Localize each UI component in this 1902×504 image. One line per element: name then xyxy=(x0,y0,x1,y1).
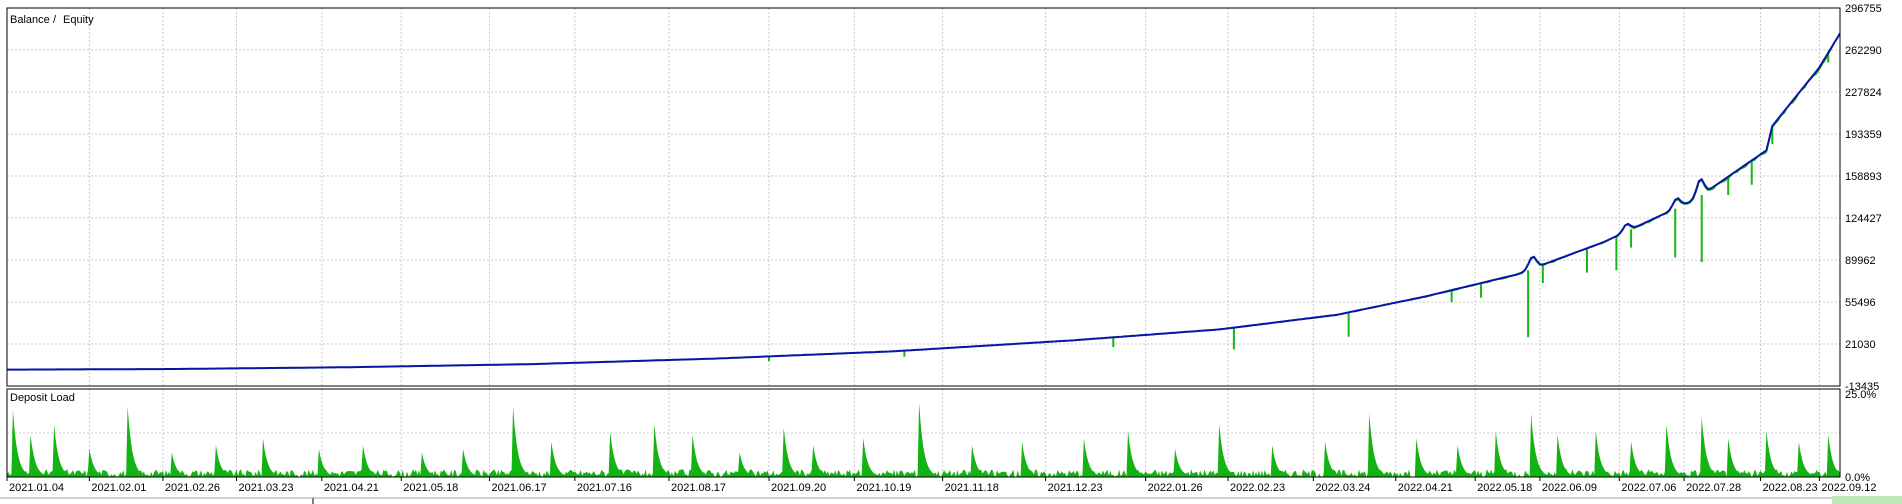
y-tick-label: 262290 xyxy=(1845,45,1882,57)
x-tick-label: 2021.10.19 xyxy=(856,482,911,494)
x-tick-label: 2022.09.12 xyxy=(1821,482,1876,494)
x-tick-label: 2022.01.26 xyxy=(1148,482,1203,494)
x-tick-label: 2022.06.09 xyxy=(1542,482,1597,494)
x-tick-label: 2021.02.26 xyxy=(165,482,220,494)
x-tick-label: 2022.03.24 xyxy=(1315,482,1370,494)
x-tick-label: 2021.06.17 xyxy=(492,482,547,494)
y-tick-label: 158893 xyxy=(1845,171,1882,183)
x-tick-label: 2022.05.18 xyxy=(1477,482,1532,494)
y-tick-label: 89962 xyxy=(1845,255,1876,267)
x-tick-label: 2021.05.18 xyxy=(403,482,458,494)
balance-equity-report: 296755 262290 227824 193359 158893 124427 8996… xyxy=(0,0,1902,504)
y-tick-label: 21030 xyxy=(1845,339,1876,351)
x-tick-label: 2021.07.16 xyxy=(577,482,632,494)
deposit-load-title: Deposit Load xyxy=(10,392,75,404)
y-tick-label: 227824 xyxy=(1845,87,1882,99)
x-tick-label: 2021.09.20 xyxy=(771,482,826,494)
x-tick-label: 2021.02.01 xyxy=(91,482,146,494)
x-tick-label: 2022.08.23 xyxy=(1763,482,1818,494)
x-tick-label: 2021.01.04 xyxy=(9,482,64,494)
x-tick-label: 2022.04.21 xyxy=(1398,482,1453,494)
x-tick-label: 2022.07.06 xyxy=(1621,482,1676,494)
x-tick-label: 2021.08.17 xyxy=(671,482,726,494)
legend-equity: Equity xyxy=(63,14,94,26)
x-tick-label: 2021.04.21 xyxy=(324,482,379,494)
x-tick-label: 2022.07.28 xyxy=(1686,482,1741,494)
x-tick-label: 2021.11.18 xyxy=(945,482,999,494)
y-tick-label: 124427 xyxy=(1845,213,1882,225)
active-tab-indicator xyxy=(1832,496,1902,504)
tab-separator xyxy=(312,498,314,504)
y-tick-label: 55496 xyxy=(1845,297,1876,309)
load-y-tick-top: 25.0% xyxy=(1845,389,1876,401)
x-tick-label: 2021.03.23 xyxy=(238,482,293,494)
x-tick-label: 2022.02.23 xyxy=(1230,482,1285,494)
x-tick-label: 2021.12.23 xyxy=(1048,482,1103,494)
y-tick-label: 193359 xyxy=(1845,129,1882,141)
y-tick-label: 296755 xyxy=(1845,3,1882,15)
legend-balance: Balance xyxy=(10,14,50,26)
